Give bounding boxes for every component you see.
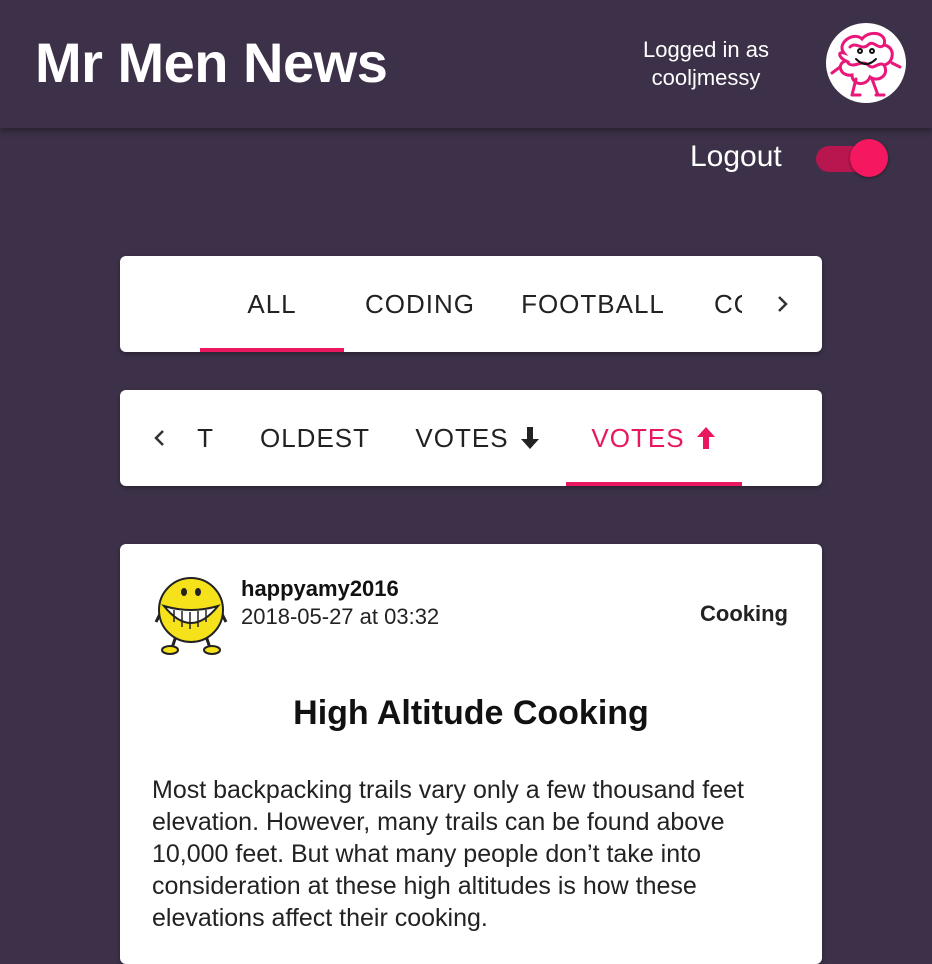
logout-label: Logout <box>690 140 782 173</box>
tab-votes-descending[interactable]: VOTES <box>390 390 566 486</box>
arrow-up-icon <box>696 427 715 449</box>
sort-tab-indicator <box>566 482 742 486</box>
topic-tabs: ALL CODING FOOTBALL CO <box>120 256 822 352</box>
arrow-down-icon <box>520 427 539 449</box>
chevron-right-icon <box>778 296 788 312</box>
app-bar: Mr Men News Logged in as cooljmessy <box>0 0 932 128</box>
article-title[interactable]: High Altitude Cooking <box>120 694 822 733</box>
login-info: Logged in as cooljmessy <box>606 36 806 92</box>
logout-switch-thumb[interactable] <box>850 139 888 177</box>
user-avatar[interactable] <box>826 23 906 103</box>
tabs-scroll-left-button[interactable] <box>140 390 180 486</box>
tab-newest-partial[interactable]: T <box>192 390 220 486</box>
tab-football[interactable]: FOOTBALL <box>496 256 690 352</box>
logged-in-label: Logged in as <box>643 37 769 62</box>
votes-desc-label: VOTES <box>415 422 509 453</box>
tab-coding[interactable]: CODING <box>344 256 496 352</box>
topic-tab-indicator <box>200 348 344 352</box>
author-name[interactable]: happyamy2016 <box>241 576 399 602</box>
votes-asc-label: VOTES <box>591 422 685 453</box>
tab-all[interactable]: ALL <box>200 256 344 352</box>
tab-votes-ascending[interactable]: VOTES <box>566 390 742 486</box>
article-card[interactable]: happyamy2016 2018-05-27 at 03:32 Cooking… <box>120 544 822 964</box>
article-topic[interactable]: Cooking <box>700 601 788 627</box>
mr-happy-avatar-icon <box>154 577 228 655</box>
tab-oldest[interactable]: OLDEST <box>240 390 390 486</box>
author-avatar[interactable] <box>154 574 228 656</box>
article-body: Most backpacking trails vary only a few … <box>152 776 744 932</box>
username: cooljmessy <box>651 65 761 90</box>
app-title: Mr Men News <box>35 31 388 94</box>
sort-tabs: T OLDEST VOTES VOTES <box>120 390 822 486</box>
tab-cooking-partial[interactable]: CO <box>690 256 742 352</box>
scribble-avatar-icon <box>830 31 902 97</box>
tabs-scroll-right-button[interactable] <box>762 256 802 352</box>
chevron-left-icon <box>154 430 164 446</box>
post-date: 2018-05-27 at 03:32 <box>241 604 440 629</box>
